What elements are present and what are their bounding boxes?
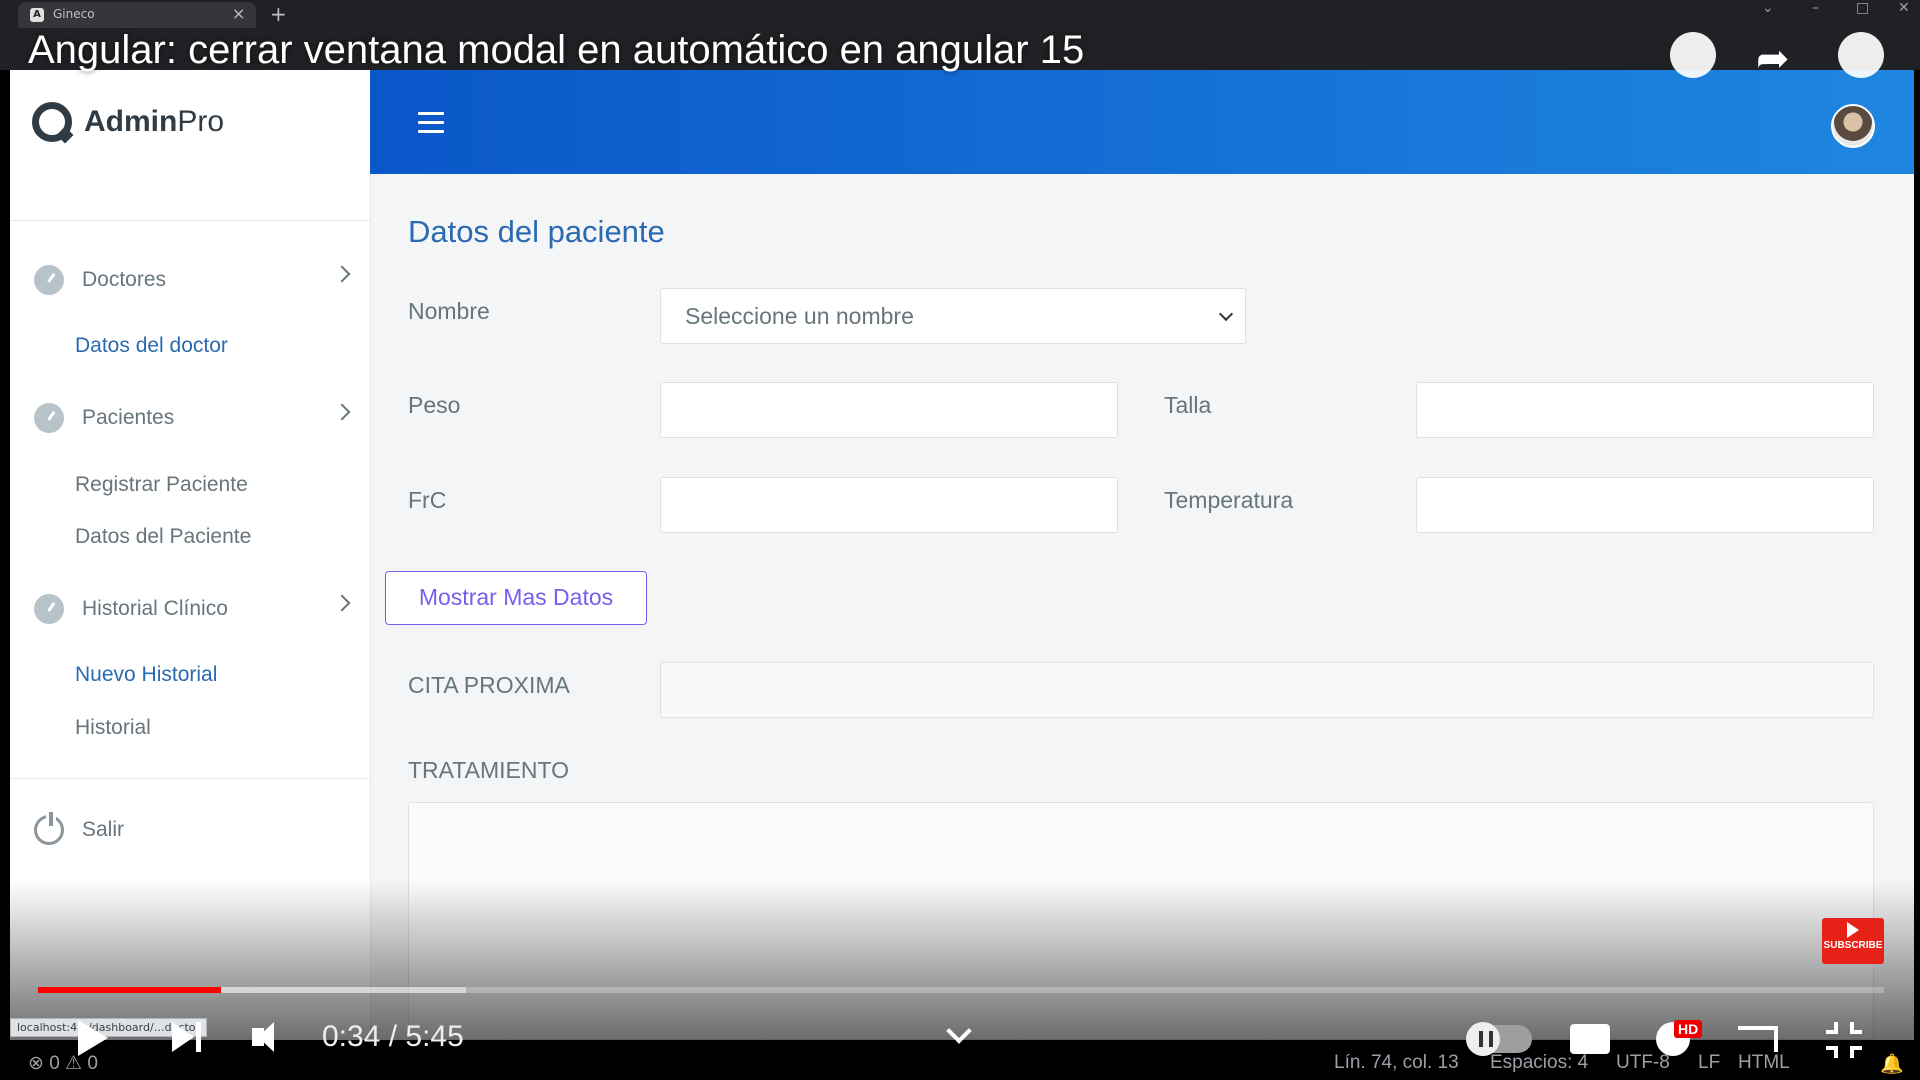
logout-label: Salir xyxy=(82,818,125,841)
sidebar-item-historial-clinico[interactable]: Historial Clínico xyxy=(34,589,366,629)
cita-proxima-label: CITA PROXIMA xyxy=(408,672,570,698)
topbar xyxy=(370,70,1914,174)
subtitles-icon[interactable] xyxy=(1570,1024,1610,1054)
exit-fullscreen-icon[interactable] xyxy=(1826,1022,1862,1058)
window-minimize-icon[interactable]: – xyxy=(1812,0,1819,16)
chevron-right-icon xyxy=(333,594,351,612)
temperatura-label: Temperatura xyxy=(1164,487,1294,513)
language-mode[interactable]: HTML xyxy=(1738,1052,1790,1074)
nombre-select[interactable]: Seleccione un nombre xyxy=(660,288,1246,344)
sidebar-item-pacientes[interactable]: Pacientes xyxy=(34,398,366,438)
adminpro-logo[interactable]: AdminPro xyxy=(32,102,224,142)
peso-input[interactable] xyxy=(660,382,1118,438)
tratamiento-label: TRATAMIENTO xyxy=(408,757,569,783)
power-icon xyxy=(34,812,64,845)
subscribe-button[interactable]: SUBSCRIBE xyxy=(1822,918,1884,964)
frc-label: FrC xyxy=(408,487,447,513)
sidebar-item-doctores[interactable]: Doctores xyxy=(34,260,366,300)
peso-label: Peso xyxy=(408,392,461,418)
sidebar-item-label: Pacientes xyxy=(82,406,175,429)
chevron-right-icon xyxy=(333,403,351,421)
eol-setting[interactable]: LF xyxy=(1698,1052,1720,1074)
next-icon[interactable] xyxy=(172,1022,194,1052)
hamburger-menu-icon[interactable] xyxy=(418,112,444,139)
frc-input[interactable] xyxy=(660,477,1118,533)
cursor-position[interactable]: Lín. 74, col. 13 xyxy=(1334,1052,1459,1074)
logo-icon xyxy=(32,102,72,142)
watch-later-icon[interactable] xyxy=(1670,32,1716,78)
avatar[interactable] xyxy=(1831,104,1875,148)
sidebar-divider xyxy=(10,778,370,779)
volume-cone-icon xyxy=(258,1022,274,1052)
subscribe-label: SUBSCRIBE xyxy=(1823,940,1883,951)
window-chevron-icon[interactable]: ⌄ xyxy=(1762,0,1774,16)
sidebar-subitem-datos-paciente[interactable]: Datos del Paciente xyxy=(75,525,251,549)
logout-button[interactable]: Salir xyxy=(34,810,366,850)
sidebar-divider xyxy=(10,220,370,221)
sidebar-item-label: Doctores xyxy=(82,268,167,291)
sidebar-subitem-registrar-paciente[interactable]: Registrar Paciente xyxy=(75,473,248,497)
next-bar-icon xyxy=(196,1022,201,1052)
video-title: Angular: cerrar ventana modal en automát… xyxy=(28,28,1085,72)
talla-input[interactable] xyxy=(1416,382,1874,438)
hd-badge: HD xyxy=(1674,1020,1703,1038)
gauge-icon xyxy=(34,594,64,624)
talla-label: Talla xyxy=(1164,392,1212,418)
share-icon[interactable]: ➦ xyxy=(1756,36,1790,82)
tab-title: Gineco xyxy=(53,7,95,21)
time-display: 0:34 / 5:45 xyxy=(322,1020,464,1053)
new-tab-button[interactable]: + xyxy=(270,2,287,26)
youtube-play-icon xyxy=(1847,922,1859,938)
sidebar-subitem-datos-doctor[interactable]: Datos del doctor xyxy=(75,334,228,358)
cita-proxima-input[interactable] xyxy=(660,662,1874,718)
mostrar-mas-datos-button[interactable]: Mostrar Mas Datos xyxy=(385,571,647,625)
sidebar-item-label: Historial Clínico xyxy=(82,597,228,620)
gauge-icon xyxy=(34,265,64,295)
encoding-setting[interactable]: UTF-8 xyxy=(1616,1052,1670,1074)
tab-close-icon[interactable]: × xyxy=(232,4,245,23)
page-title: Datos del paciente xyxy=(408,214,665,249)
angular-favicon-icon: A xyxy=(30,8,44,22)
chevron-right-icon xyxy=(333,265,351,283)
temperatura-input[interactable] xyxy=(1416,477,1874,533)
bell-icon[interactable]: 🔔 xyxy=(1880,1052,1904,1076)
window-close-icon[interactable]: ✕ xyxy=(1898,0,1910,16)
sidebar-subitem-nuevo-historial[interactable]: Nuevo Historial xyxy=(75,663,217,687)
logo-text: AdminPro xyxy=(84,105,225,138)
nombre-label: Nombre xyxy=(408,298,490,324)
cast-icon[interactable] xyxy=(1738,1026,1778,1052)
indent-setting[interactable]: Espacios: 4 xyxy=(1490,1052,1588,1074)
gauge-icon xyxy=(34,403,64,433)
play-icon[interactable] xyxy=(78,1020,108,1056)
pause-icon xyxy=(1479,1031,1493,1047)
sidebar-subitem-historial[interactable]: Historial xyxy=(75,716,151,740)
window-maximize-icon[interactable]: □ xyxy=(1856,0,1869,16)
nombre-select-value: Seleccione un nombre xyxy=(685,303,914,329)
progress-played xyxy=(38,987,221,993)
info-icon[interactable] xyxy=(1838,32,1884,78)
chevron-down-icon xyxy=(1218,306,1234,322)
